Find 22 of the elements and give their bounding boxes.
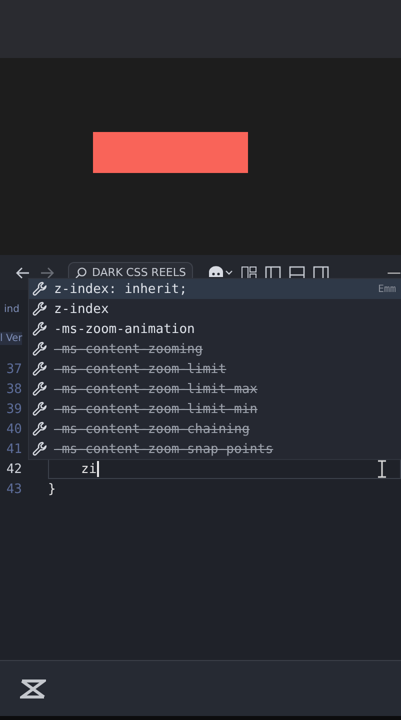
line-number: 42: [5, 462, 22, 476]
suggestion-item[interactable]: -ms-content-zoom-snap-points: [29, 439, 401, 459]
line-number: 43: [5, 482, 22, 496]
suggestion-item[interactable]: -ms-content-zoom-limit: [29, 359, 401, 379]
suggestion-item[interactable]: z-index: inherit; Emm: [29, 279, 401, 299]
line-number: 38: [5, 382, 22, 396]
line-number: 39: [5, 402, 22, 416]
line-number: 41: [5, 442, 22, 456]
suggestion-detail: Emm: [378, 284, 397, 294]
suggestion-item[interactable]: z-index: [29, 299, 401, 319]
tab-label: l Ver: [0, 332, 22, 345]
line-number: 37: [5, 362, 22, 376]
suggestion-item[interactable]: -ms-content-zoom-limit-max: [29, 379, 401, 399]
line-number: 40: [5, 422, 22, 436]
code-text: }: [48, 482, 56, 496]
suggestion-item[interactable]: -ms-content-zooming: [29, 339, 401, 359]
tab-label: ind: [4, 304, 20, 315]
suggestion-item[interactable]: -ms-zoom-animation: [29, 319, 401, 339]
code-text: zi: [81, 462, 97, 476]
suggestion-item[interactable]: -ms-content-zoom-chaining: [29, 419, 401, 439]
suggestion-item[interactable]: -ms-content-zoom-limit-min: [29, 399, 401, 419]
minimize-button[interactable]: —: [387, 264, 401, 280]
